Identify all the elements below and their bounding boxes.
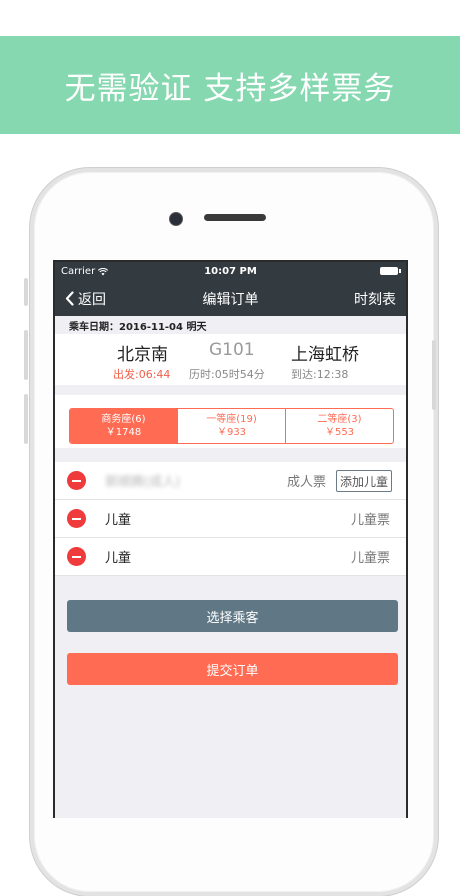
seat-class-selector: 商务座(6) ￥1748 一等座(19) ￥933 二等座(3) ￥553 [69, 408, 394, 444]
earpiece-speaker [204, 214, 266, 221]
train-number: G101 [209, 340, 255, 360]
back-button[interactable]: 返回 [65, 281, 106, 316]
travel-date-text: 乘车日期：2016-11-04 明天 [69, 321, 207, 333]
seat-option-name: 一等座(19) [206, 414, 257, 425]
page-title: 编辑订单 [202, 291, 259, 308]
chevron-left-icon [65, 291, 74, 306]
passenger-row: 儿童 儿童票 [55, 538, 406, 576]
seat-option-price: ￥553 [324, 427, 355, 438]
seat-option-name: 二等座(3) [317, 414, 362, 425]
phone-power-button [432, 340, 436, 410]
remove-passenger-icon[interactable] [67, 471, 86, 490]
passenger-row: 郭顺腾(成人) 成人票 添加儿童 [55, 462, 406, 500]
battery-icon [380, 267, 401, 275]
trip-duration: 历时:05时54分 [189, 368, 265, 381]
seat-option-name: 商务座(6) [101, 414, 146, 425]
remove-passenger-icon[interactable] [67, 547, 86, 566]
select-passenger-label: 选择乘客 [206, 610, 259, 626]
seat-class-section: 商务座(6) ￥1748 一等座(19) ￥933 二等座(3) ￥553 [55, 395, 406, 448]
passenger-name: 儿童 [105, 551, 132, 566]
departure-time: 出发:06:44 [113, 368, 171, 381]
arrival-station: 上海虹桥 [291, 345, 359, 365]
seat-option-price: ￥1748 [105, 427, 142, 438]
timetable-label: 时刻表 [354, 291, 396, 308]
seat-option-price: ￥933 [216, 427, 247, 438]
train-info-card: 北京南 G101 上海虹桥 出发:06:44 历时:05时54分 到达:12:3… [55, 334, 406, 385]
passenger-name: 郭顺腾(成人) [105, 475, 181, 490]
seat-option-first-class[interactable]: 一等座(19) ￥933 [177, 409, 285, 443]
phone-side-button [24, 278, 28, 306]
status-time: 10:07 PM [204, 266, 257, 277]
phone-volume-down-button [24, 394, 28, 444]
ticket-type: 成人票 [286, 475, 326, 490]
submit-order-label: 提交订单 [206, 663, 259, 679]
status-bar: Carrier 10:07 PM [55, 262, 406, 281]
seat-option-business[interactable]: 商务座(6) ￥1748 [70, 409, 177, 443]
promo-banner-text: 无需验证 支持多样票务 [64, 70, 396, 107]
timetable-button[interactable]: 时刻表 [354, 281, 396, 316]
passenger-row: 儿童 儿童票 [55, 500, 406, 538]
app-screen: Carrier 10:07 PM 返回 编辑订单 时刻表 乘车日期：2016-1… [53, 260, 408, 818]
submit-order-button[interactable]: 提交订单 [67, 653, 398, 685]
passenger-list: 郭顺腾(成人) 成人票 添加儿童 儿童 儿童票 儿童 儿童票 [55, 462, 406, 576]
arrival-time: 到达:12:38 [291, 368, 349, 381]
ticket-type: 儿童票 [350, 513, 390, 528]
select-passenger-button[interactable]: 选择乘客 [67, 600, 398, 632]
back-label: 返回 [78, 291, 106, 308]
phone-volume-up-button [24, 330, 28, 380]
promo-banner: 无需验证 支持多样票务 [0, 36, 460, 134]
navigation-bar: 返回 编辑订单 时刻表 [55, 281, 406, 316]
ticket-type: 儿童票 [350, 551, 390, 566]
front-camera [169, 212, 183, 226]
departure-station: 北京南 [117, 345, 168, 365]
travel-date: 乘车日期：2016-11-04 明天 [55, 316, 406, 334]
passenger-name: 儿童 [105, 513, 132, 528]
seat-option-second-class[interactable]: 二等座(3) ￥553 [285, 409, 393, 443]
add-child-button[interactable]: 添加儿童 [335, 470, 392, 492]
remove-passenger-icon[interactable] [67, 509, 86, 528]
